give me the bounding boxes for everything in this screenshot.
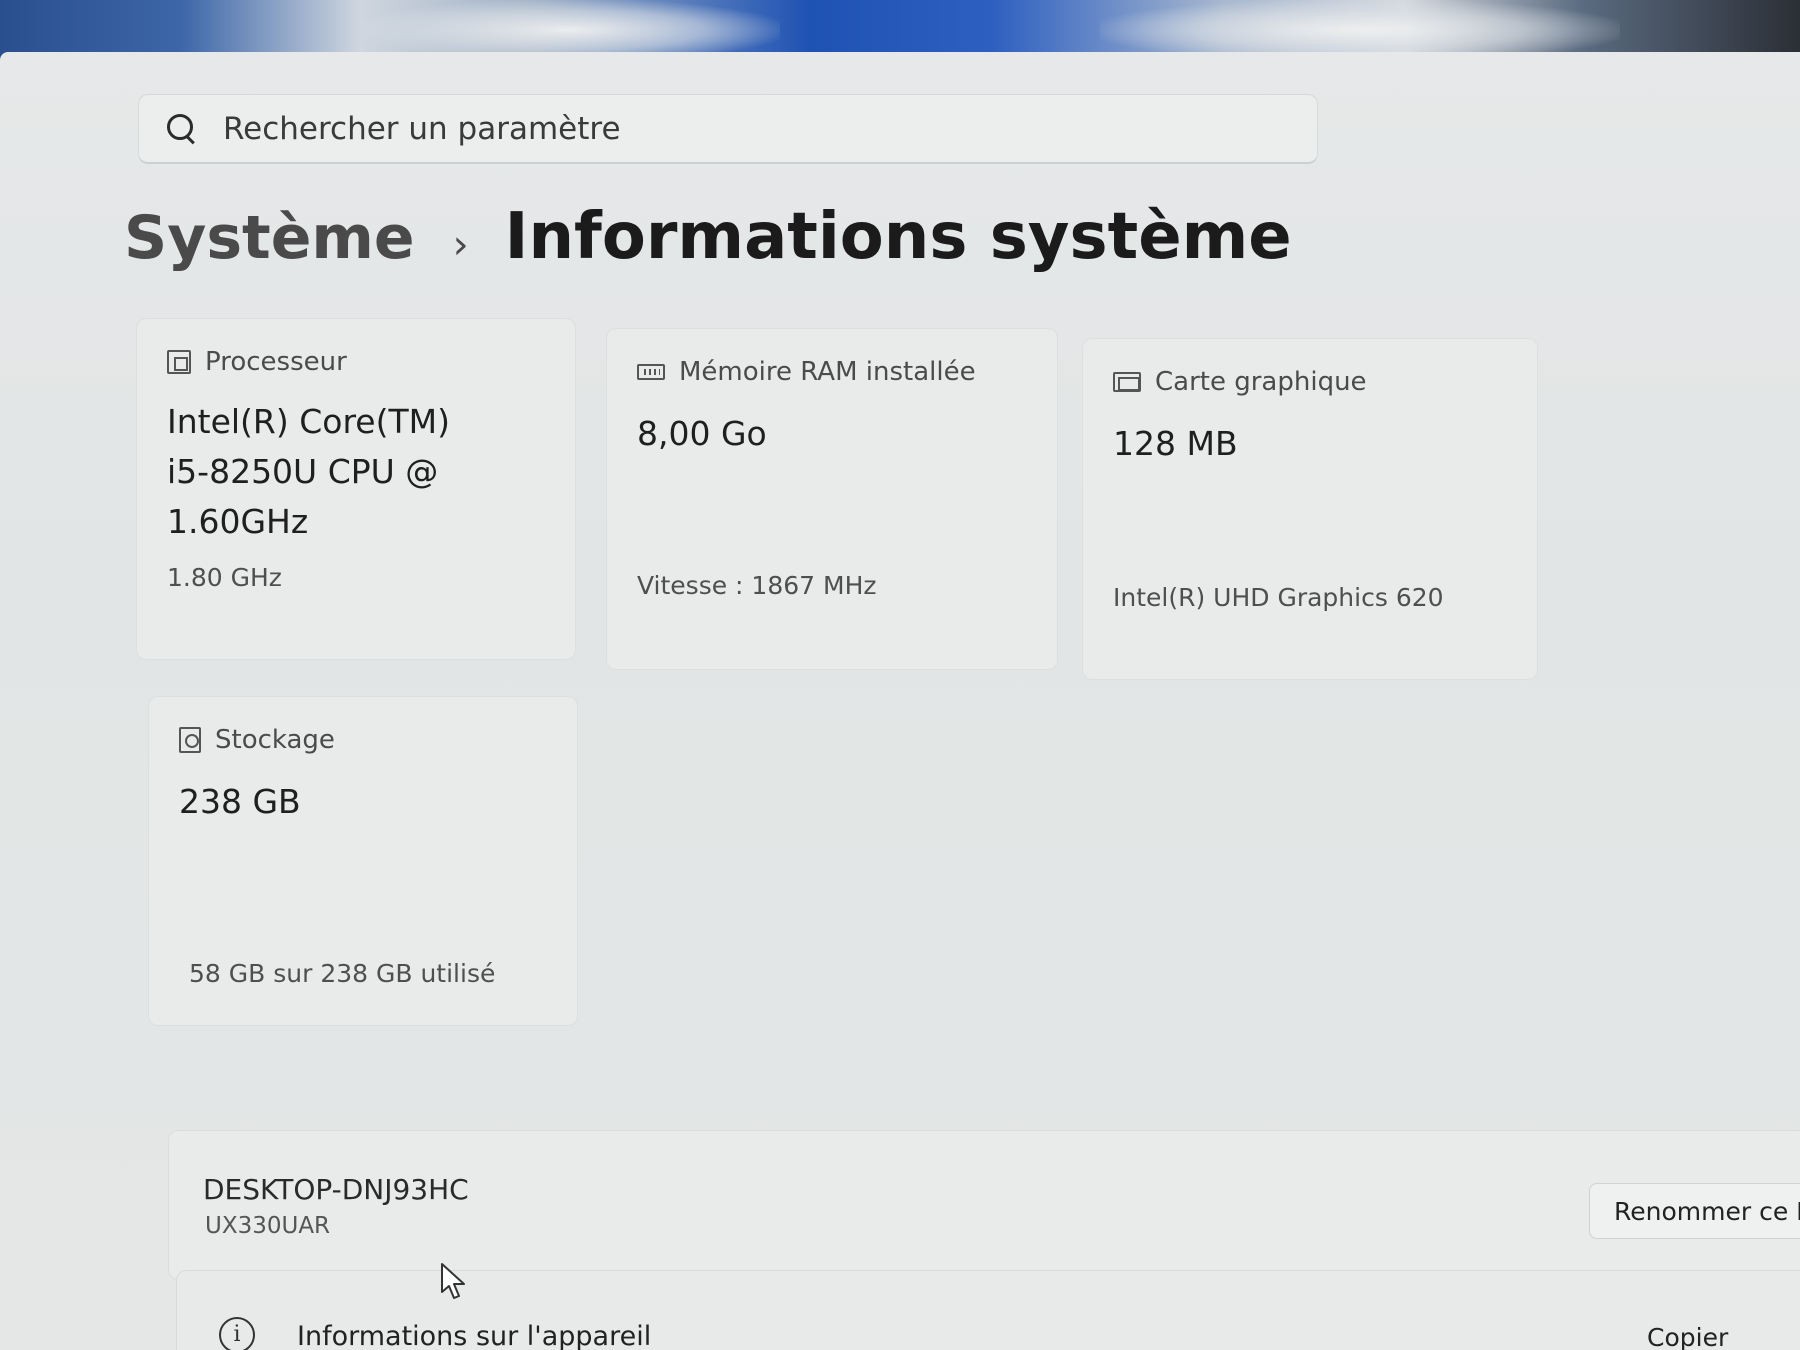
device-model: UX330UAR — [205, 1213, 331, 1239]
breadcrumb-chevron-icon: › — [452, 222, 469, 268]
processor-label: Processeur — [205, 347, 347, 377]
device-name-row: DESKTOP-DNJ93HC UX330UAR Renommer ce P — [168, 1130, 1800, 1280]
copy-button[interactable]: Copier — [1647, 1323, 1728, 1350]
storage-usage: 58 GB sur 238 GB utilisé — [189, 959, 496, 988]
screen: Système › Informations système Processeu… — [0, 0, 1800, 1350]
gpu-name: Intel(R) UHD Graphics 620 — [1113, 583, 1444, 612]
settings-window: Système › Informations système Processeu… — [0, 52, 1800, 1350]
ram-label: Mémoire RAM installée — [679, 357, 976, 387]
ram-speed: Vitesse : 1867 MHz — [637, 571, 877, 600]
breadcrumb: Système › Informations système — [124, 200, 1292, 274]
search-input[interactable] — [223, 110, 1123, 147]
graphics-card-icon — [1113, 372, 1141, 392]
processor-value: Intel(R) Core(TM) i5-8250U CPU @ 1.60GHz — [167, 402, 450, 541]
desktop-wallpaper — [0, 0, 1800, 60]
processor-icon — [167, 350, 191, 374]
ram-value: 8,00 Go — [637, 414, 767, 453]
mouse-cursor-icon — [441, 1263, 465, 1299]
search-box[interactable] — [138, 94, 1318, 164]
info-icon: i — [219, 1317, 255, 1350]
processor-card: Processeur Intel(R) Core(TM) i5-8250U CP… — [136, 318, 576, 660]
memory-icon — [637, 364, 665, 380]
breadcrumb-parent-systeme[interactable]: Système — [124, 203, 415, 273]
gpu-card: Carte graphique 128 MB Intel(R) UHD Grap… — [1082, 338, 1538, 680]
device-name: DESKTOP-DNJ93HC — [203, 1173, 469, 1206]
device-info-row[interactable]: i Informations sur l'appareil Copier — [176, 1270, 1800, 1350]
storage-icon — [179, 727, 201, 753]
storage-label: Stockage — [215, 725, 335, 755]
storage-value: 238 GB — [179, 782, 301, 821]
gpu-value: 128 MB — [1113, 424, 1238, 463]
page-title: Informations système — [504, 200, 1292, 274]
processor-frequency: 1.80 GHz — [167, 563, 282, 592]
gpu-label: Carte graphique — [1155, 367, 1367, 397]
ram-card: Mémoire RAM installée 8,00 Go Vitesse : … — [606, 328, 1058, 670]
search-icon — [163, 111, 199, 147]
storage-card: Stockage 238 GB 58 GB sur 238 GB utilisé — [148, 696, 578, 1026]
device-info-label: Informations sur l'appareil — [297, 1321, 652, 1350]
rename-pc-button[interactable]: Renommer ce P — [1589, 1183, 1800, 1239]
